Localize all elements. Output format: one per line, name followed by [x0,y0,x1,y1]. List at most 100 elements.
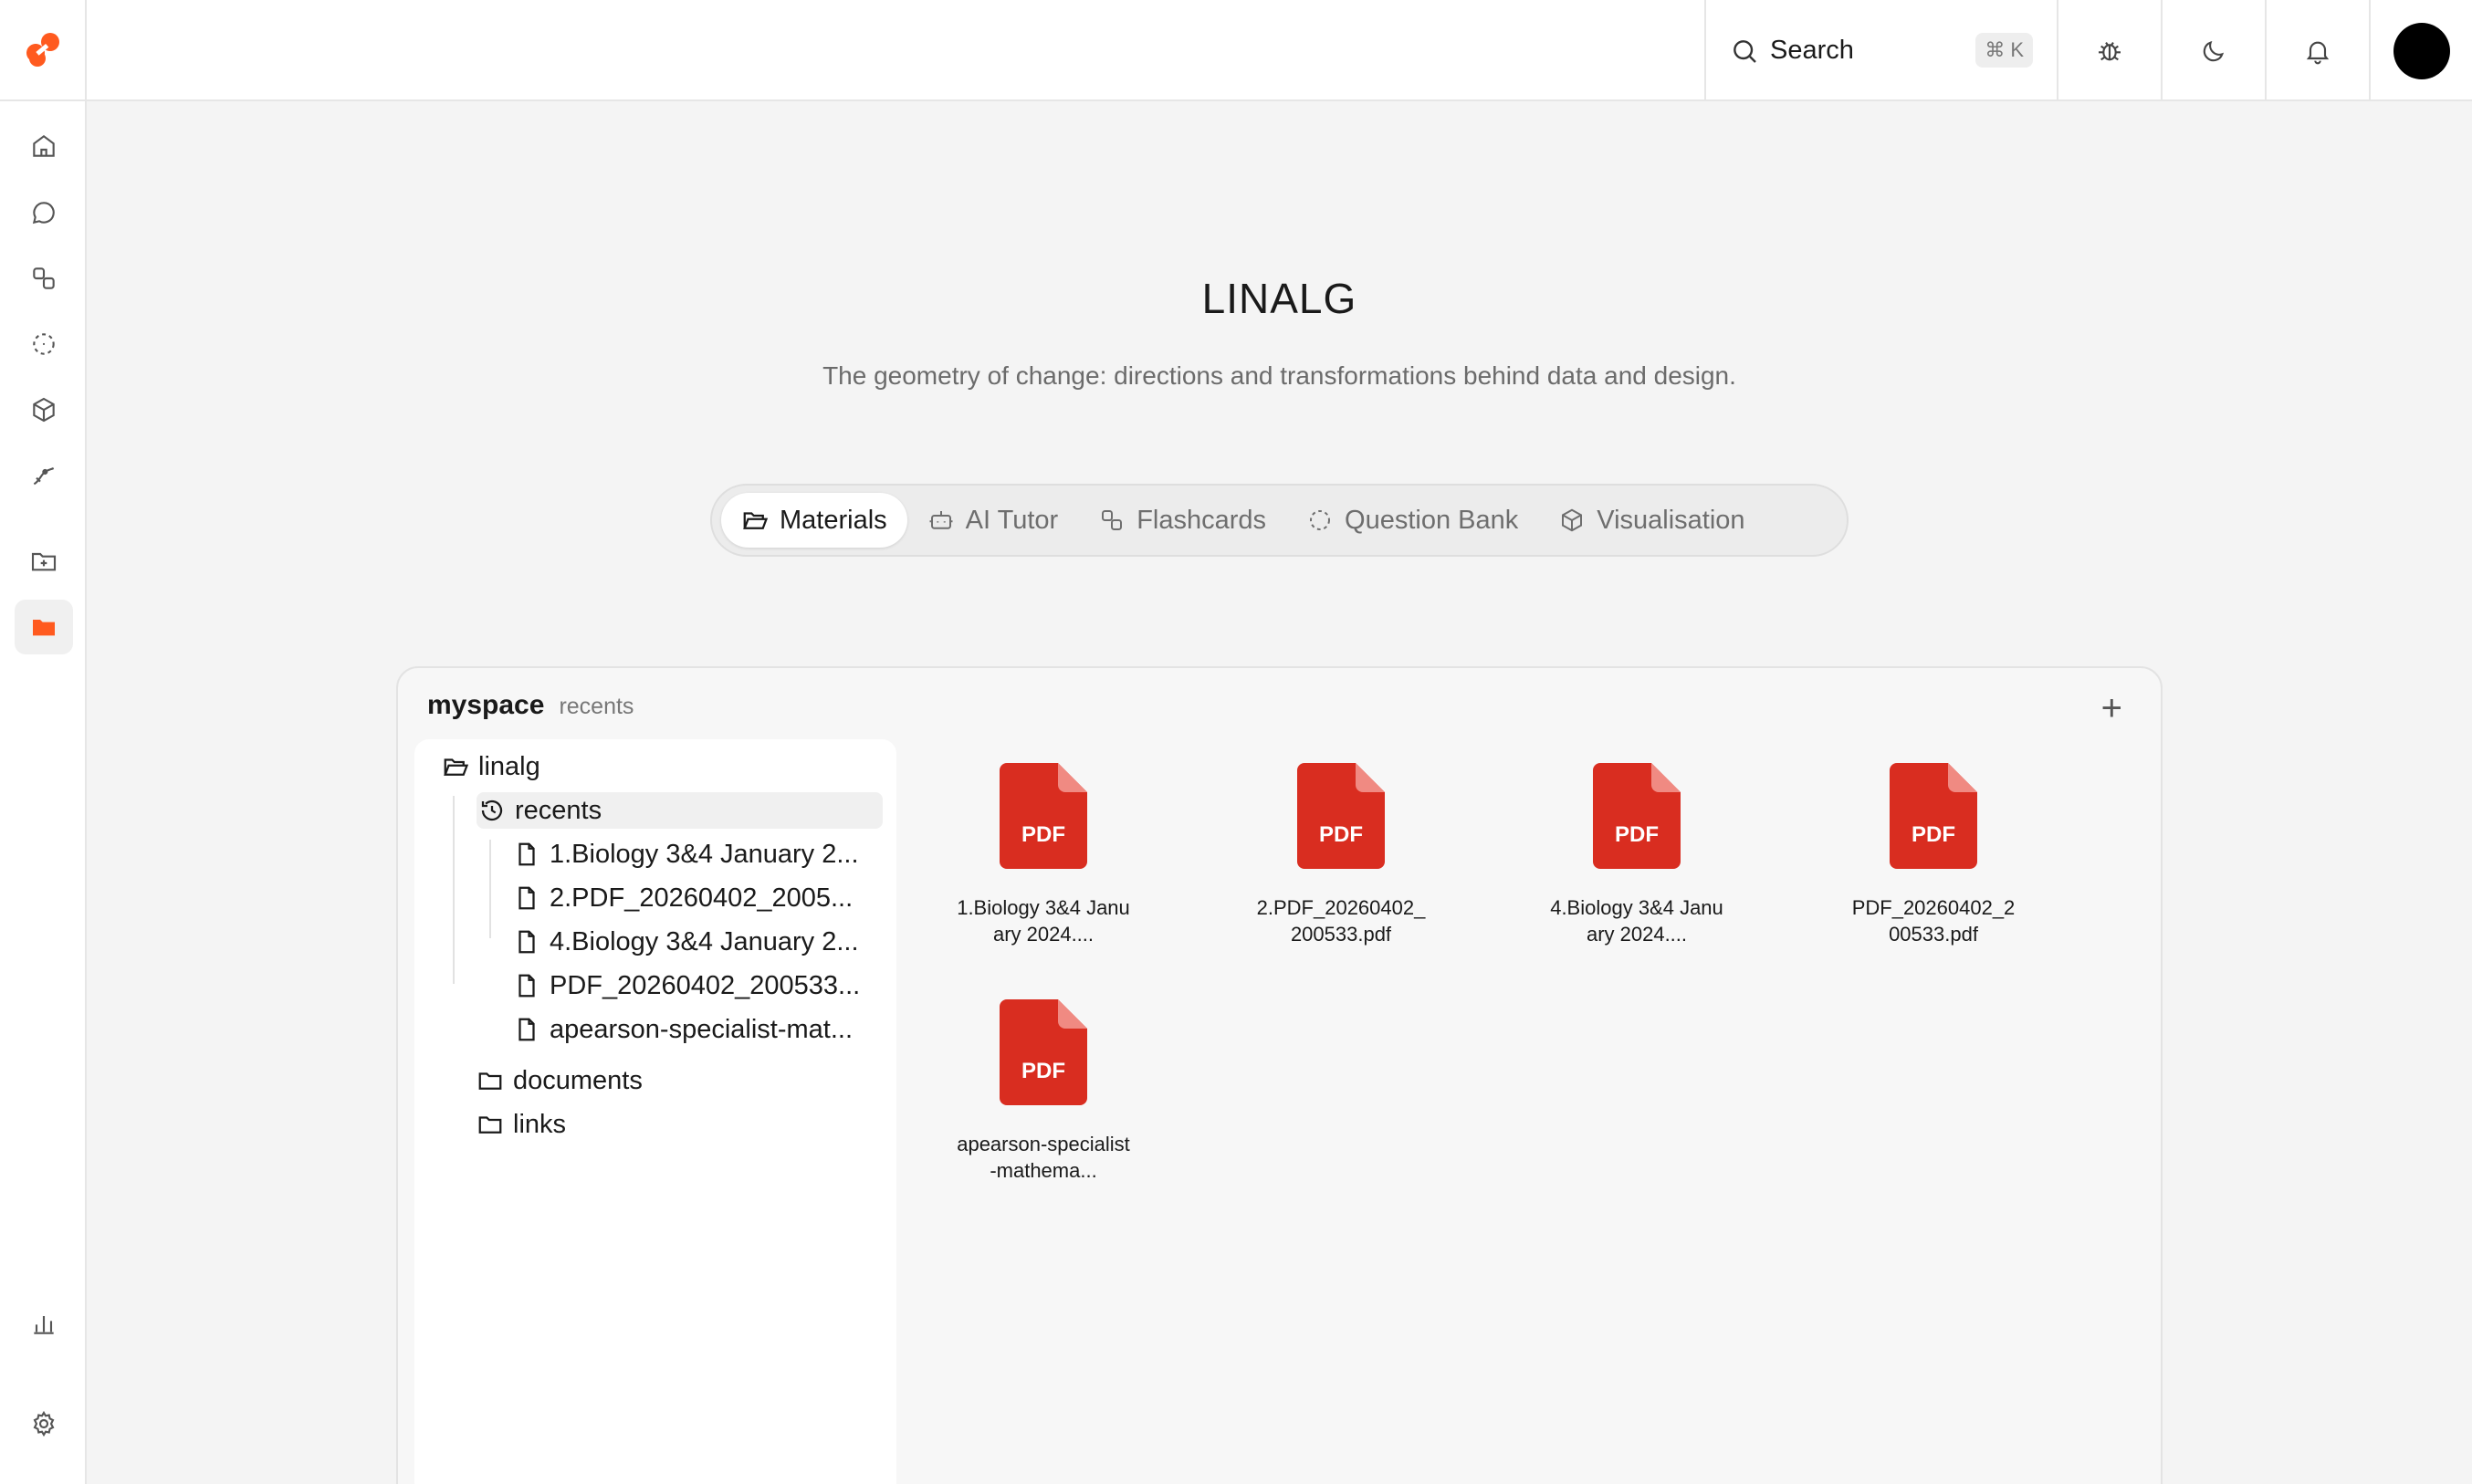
tab-label: Flashcards [1136,505,1267,535]
k-key: K [2010,38,2024,61]
tree-label: apearson-specialist-mat... [550,1014,854,1044]
file-icon [518,842,535,866]
pdf-badge: PDF [1021,1059,1065,1083]
sidebar-materials[interactable] [15,600,73,654]
tree-label: 2.PDF_20260402_2005... [550,883,854,913]
tree-file[interactable]: 1.Biology 3&4 January 2... [513,836,859,873]
pdf-file-icon: PDF [1000,763,1087,869]
sidebar-new-folder[interactable] [15,534,73,589]
file-icon [518,1018,535,1041]
pdf-badge: PDF [1912,822,1955,847]
sidebar-settings[interactable] [15,1396,73,1451]
tree-item-recents[interactable]: recents [477,792,883,829]
user-menu-button[interactable] [2369,0,2472,101]
search-icon [1734,39,1756,63]
topbar: Search ⌘ K [87,0,2472,101]
tree-file[interactable]: PDF_20260402_200533... [513,967,860,1004]
moon-icon [2203,40,2225,61]
tree-file[interactable]: 2.PDF_20260402_2005... [513,880,853,916]
question-bank-icon [33,333,55,355]
command-key: ⌘ [1985,38,2006,61]
bug-icon [2099,41,2121,60]
report-bug-button[interactable] [2057,0,2161,101]
history-icon [481,799,503,821]
new-folder-icon [31,552,57,571]
materials-panel: myspace recents + linalg recents 1.Biolo… [396,666,2163,1484]
tree-label: 1.Biology 3&4 January 2... [550,839,859,869]
tab-label: Materials [780,505,887,535]
panel-breadcrumb: myspace recents [427,690,634,721]
tree-file[interactable]: 4.Biology 3&4 January 2... [513,924,859,960]
pdf-file-icon: PDF [1000,999,1087,1105]
tree-folder-documents[interactable]: documents [477,1062,643,1099]
tab-label: Visualisation [1597,505,1745,535]
tab-materials[interactable]: Materials [721,493,907,548]
tree-folder-root[interactable]: linalg [442,748,540,785]
tab-question-bank[interactable]: Question Bank [1286,493,1538,548]
tree-label: recents [515,795,602,825]
file-card[interactable]: PDF PDF_20260402_200533.pdf [1847,763,2020,947]
chart-icon [34,1316,54,1334]
space-name[interactable]: myspace [427,690,544,721]
section-tabs: Materials AI Tutor Flashcards Question B… [710,484,1849,557]
flashcards-icon [33,267,55,289]
notifications-button[interactable] [2265,0,2369,101]
file-tree: linalg recents 1.Biology 3&4 January 2..… [414,739,896,1484]
file-name: 2.PDF_20260402_200533.pdf [1256,896,1426,946]
search-shortcut: ⌘ K [1975,33,2033,68]
pdf-file-icon: PDF [1593,763,1681,869]
page-subtitle: The geometry of change: directions and t… [822,361,1736,390]
flashcards-icon [1102,510,1123,530]
page-title: LINALG [1201,275,1357,322]
file-card[interactable]: PDF apearson-specialist-mathema... [957,999,1130,1184]
sidebar-flashcards[interactable] [15,251,73,306]
tree-guide [489,840,491,938]
tree-label: PDF_20260402_200533... [550,970,861,1000]
avatar [2393,22,2450,79]
file-icon [518,886,535,910]
sidebar-question-bank[interactable] [15,317,73,371]
sidebar-graph[interactable] [15,448,73,503]
logo-icon [26,32,59,67]
tree-file[interactable]: apearson-specialist-mat... [513,1011,853,1048]
sidebar-visualisation[interactable] [15,382,73,437]
cube-icon [1562,508,1583,532]
pdf-file-icon: PDF [1297,763,1385,869]
tab-visualisation[interactable]: Visualisation [1538,493,1765,548]
folder-open-icon [444,758,469,776]
chat-icon [32,202,55,225]
tree-folder-links[interactable]: links [477,1106,566,1143]
add-button[interactable]: + [2101,688,2122,729]
tab-ai-tutor[interactable]: AI Tutor [907,493,1079,548]
tab-label: AI Tutor [965,505,1059,535]
pdf-badge: PDF [1319,822,1363,847]
search-button[interactable]: Search ⌘ K [1704,0,2057,101]
file-card[interactable]: PDF 2.PDF_20260402_200533.pdf [1254,763,1428,947]
sidebar-home[interactable] [15,119,73,173]
home-icon [33,135,55,157]
pdf-file-icon: PDF [1890,763,1977,869]
breadcrumb-current: recents [559,694,634,719]
file-name: apearson-specialist-mathema... [957,1133,1130,1182]
folder-icon [478,1072,502,1090]
bell-icon [2306,41,2330,64]
pdf-badge: PDF [1615,822,1659,847]
cube-icon [33,397,55,423]
theme-toggle-button[interactable] [2161,0,2265,101]
graph-icon [33,467,55,486]
robot-icon [929,511,953,529]
tree-label: 4.Biology 3&4 January 2... [550,926,859,956]
question-bank-icon [1310,510,1331,530]
tree-guide [453,796,455,984]
tree-label: linalg [478,751,540,781]
app-logo[interactable] [0,0,87,101]
tree-label: documents [513,1065,643,1095]
file-name: 1.Biology 3&4 January 2024.... [957,896,1130,946]
file-card[interactable]: PDF 4.Biology 3&4 January 2024.... [1550,763,1723,947]
sidebar-analytics[interactable] [15,1296,73,1351]
file-card[interactable]: PDF 1.Biology 3&4 January 2024.... [957,763,1130,947]
folder-open-icon [743,512,769,529]
sidebar-chat[interactable] [15,185,73,240]
tab-flashcards[interactable]: Flashcards [1078,493,1286,548]
file-icon [518,974,535,998]
